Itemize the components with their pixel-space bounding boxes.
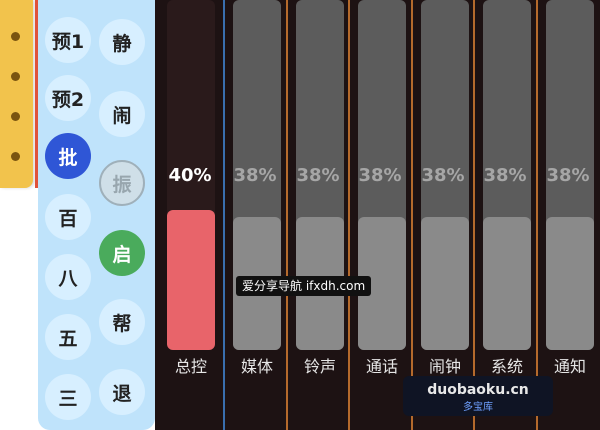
channel-notification: 38% 通知: [536, 0, 598, 430]
watermark-site-sub: 多宝库: [463, 402, 493, 413]
preset-1-button[interactable]: 预1: [45, 17, 91, 63]
silent-button[interactable]: 静: [99, 19, 145, 65]
ring-button[interactable]: 闹: [99, 91, 145, 137]
volume-fill-master: [167, 210, 215, 350]
enable-button[interactable]: 启: [99, 230, 145, 276]
eighty-button[interactable]: 八: [45, 254, 91, 300]
channel-system: 38% 系统: [473, 0, 535, 430]
grip-dot-icon: [11, 72, 20, 81]
watermark-site: duobaoku.cn: [427, 382, 529, 398]
channel-label-call: 通话: [365, 357, 398, 376]
volume-percent-alarm: 38%: [421, 165, 465, 186]
grip-dot-icon: [11, 112, 20, 121]
channel-media: 38% 媒体: [223, 0, 285, 430]
channel-call: 38% 通话: [348, 0, 410, 430]
grip-dot-icon: [11, 32, 20, 41]
channel-ringtone: 38% 铃声: [286, 0, 348, 430]
channel-label-notification: 通知: [553, 357, 586, 376]
volume-percent-media: 38%: [233, 165, 277, 186]
channel-master: 40% 总控: [159, 0, 221, 430]
volume-percent-call: 38%: [358, 165, 402, 186]
grip-dot-icon: [11, 152, 20, 161]
channel-label-system: 系统: [490, 357, 523, 376]
volume-percent-notification: 38%: [546, 165, 590, 186]
drag-handle[interactable]: [0, 0, 33, 188]
channel-label-master: 总控: [174, 357, 207, 376]
volume-fill-alarm: [421, 217, 469, 350]
vibrate-button[interactable]: 振: [99, 160, 145, 206]
volume-percent-system: 38%: [483, 165, 527, 186]
quick-button-panel: 预1 预2 批 百 八 五 三 静 闹 振 启 帮 退: [38, 0, 155, 430]
thirty-button[interactable]: 三: [45, 374, 91, 420]
channel-label-alarm: 闹钟: [428, 357, 461, 376]
channel-alarm: 38% 闹钟: [411, 0, 473, 430]
fifty-button[interactable]: 五: [45, 314, 91, 360]
help-button[interactable]: 帮: [99, 299, 145, 345]
volume-percent-ringtone: 38%: [296, 165, 340, 186]
channel-label-ringtone: 铃声: [303, 357, 336, 376]
volume-fill-notification: [546, 217, 594, 350]
volume-mixer: 40% 总控 38% 媒体 38% 铃声 38% 通话 38% 闹钟 38% 系…: [155, 0, 600, 430]
batch-button[interactable]: 批: [45, 133, 91, 179]
watermark-badge: duobaoku.cn 多宝库: [403, 376, 553, 416]
preset-2-button[interactable]: 预2: [45, 75, 91, 121]
volume-fill-system: [483, 217, 531, 350]
channel-label-media: 媒体: [240, 357, 273, 376]
watermark-overlay: 爱分享导航 ifxdh.com: [236, 276, 372, 296]
exit-button[interactable]: 退: [99, 369, 145, 415]
volume-percent-master: 40%: [168, 165, 212, 186]
hundred-button[interactable]: 百: [45, 194, 91, 240]
